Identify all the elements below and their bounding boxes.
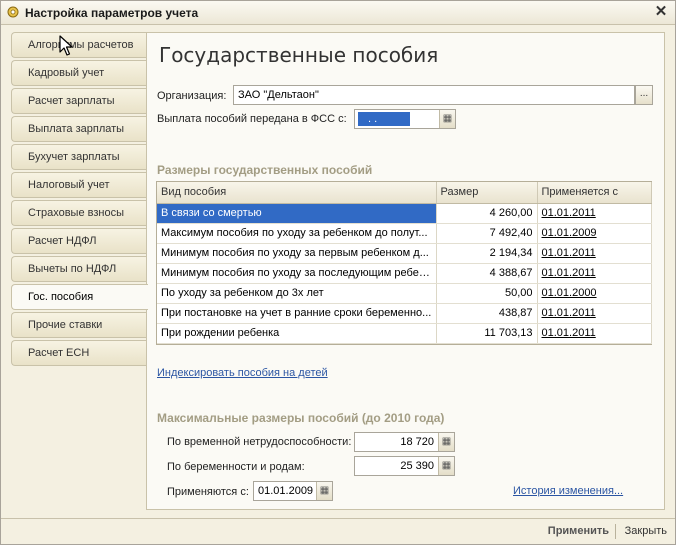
tab-accounting[interactable]: Бухучет зарплаты bbox=[11, 144, 147, 170]
column-header[interactable]: Размер bbox=[436, 182, 538, 204]
tab-payroll[interactable]: Расчет зарплаты bbox=[11, 88, 147, 114]
benefit-name[interactable]: В связи со смертью bbox=[157, 203, 437, 224]
tab-ndfl[interactable]: Расчет НДФЛ bbox=[11, 228, 147, 254]
maternity-value: 25 390 bbox=[400, 460, 434, 472]
tab-label: Выплата зарплаты bbox=[28, 123, 125, 135]
temp-disability-value: 18 720 bbox=[400, 436, 434, 448]
page-title: Государственные пособия bbox=[159, 43, 439, 67]
settings-tabs: Алгоритмы расчетов Кадровый учет Расчет … bbox=[11, 32, 148, 368]
tab-label: Бухучет зарплаты bbox=[28, 151, 120, 163]
close-button[interactable]: Закрыть bbox=[625, 525, 667, 537]
organization-field[interactable]: ЗАО "Дельтаон" bbox=[233, 85, 635, 105]
table-row[interactable]: При рождении ребенка 11 703,13 01.01.201… bbox=[157, 323, 652, 344]
benefit-name[interactable]: Минимум пособия по уходу за первым ребен… bbox=[157, 243, 437, 264]
tab-label: Вычеты по НДФЛ bbox=[28, 263, 117, 275]
benefit-date[interactable]: 01.01.2011 bbox=[537, 303, 652, 324]
benefit-date[interactable]: 01.01.2009 bbox=[537, 223, 652, 244]
benefit-date[interactable]: 01.01.2011 bbox=[537, 203, 652, 224]
tab-label: Страховые взносы bbox=[28, 207, 124, 219]
footer-bar: Применить Закрыть bbox=[1, 518, 675, 544]
max-sizes-title: Максимальные размеры пособий (до 2010 го… bbox=[157, 411, 445, 425]
benefit-amount[interactable]: 4 388,67 bbox=[436, 263, 538, 284]
calendar-icon[interactable]: ▦ bbox=[439, 110, 455, 128]
tab-insurance[interactable]: Страховые взносы bbox=[11, 200, 147, 226]
tab-personnel[interactable]: Кадровый учет bbox=[11, 60, 147, 86]
tab-esn[interactable]: Расчет ЕСН bbox=[11, 340, 147, 366]
benefit-amount[interactable]: 2 194,34 bbox=[436, 243, 538, 264]
tab-label: Гос. пособия bbox=[28, 291, 94, 303]
maternity-label: По беременности и родам: bbox=[167, 461, 305, 473]
tab-payment[interactable]: Выплата зарплаты bbox=[11, 116, 147, 142]
table-row[interactable]: Максимум пособия по уходу за ребенком до… bbox=[157, 223, 652, 244]
tab-tax[interactable]: Налоговый учет bbox=[11, 172, 147, 198]
table-row[interactable]: При постановке на учет в ранние сроки бе… bbox=[157, 303, 652, 324]
benefit-amount[interactable]: 11 703,13 bbox=[436, 323, 538, 344]
benefit-amount[interactable]: 4 260,00 bbox=[436, 203, 538, 224]
organization-label: Организация: bbox=[157, 90, 227, 102]
app-gear-icon bbox=[7, 6, 19, 18]
calendar-icon[interactable]: ▦ bbox=[316, 482, 332, 500]
applied-from-value: 01.01.2009 bbox=[258, 485, 314, 497]
apply-button[interactable]: Применить bbox=[548, 525, 609, 537]
temp-disability-field[interactable]: 18 720 ▦ bbox=[354, 432, 455, 452]
benefit-date[interactable]: 01.01.2011 bbox=[537, 243, 652, 264]
benefit-name[interactable]: Максимум пособия по уходу за ребенком до… bbox=[157, 223, 437, 244]
mouse-pointer-icon bbox=[59, 35, 73, 56]
table-header: Вид пособия Размер Применяется с bbox=[157, 182, 652, 204]
table-row[interactable]: Минимум пособия по уходу за последующим … bbox=[157, 263, 652, 284]
temp-disability-label: По временной нетрудоспособности: bbox=[167, 436, 352, 448]
title-bar: Настройка параметров учета ✕ bbox=[1, 1, 675, 25]
benefit-date[interactable]: 01.01.2011 bbox=[537, 263, 652, 284]
applied-from-label: Применяются с: bbox=[167, 486, 249, 498]
benefits-sizes-title: Размеры государственных пособий bbox=[157, 163, 373, 177]
benefits-panel: Государственные пособия Организация: ЗАО… bbox=[146, 32, 665, 510]
benefit-date[interactable]: 01.01.2011 bbox=[537, 323, 652, 344]
benefit-amount[interactable]: 7 492,40 bbox=[436, 223, 538, 244]
tab-label: Алгоритмы расчетов bbox=[28, 39, 134, 51]
column-header[interactable]: Вид пособия bbox=[157, 182, 437, 204]
benefit-date[interactable]: 01.01.2000 bbox=[537, 283, 652, 304]
benefit-name[interactable]: При рождении ребенка bbox=[157, 323, 437, 344]
fss-date-field[interactable]: . . ▦ bbox=[354, 109, 456, 129]
fss-date-value: . . bbox=[358, 112, 410, 126]
table-row[interactable]: В связи со смертью 4 260,00 01.01.2011 bbox=[157, 203, 652, 224]
calculator-icon[interactable]: ▦ bbox=[438, 433, 454, 451]
tab-label: Расчет ЕСН bbox=[28, 347, 90, 359]
tab-label: Расчет НДФЛ bbox=[28, 235, 97, 247]
tab-ndfl-deductions[interactable]: Вычеты по НДФЛ bbox=[11, 256, 147, 282]
tab-algorithms[interactable]: Алгоритмы расчетов bbox=[11, 32, 147, 58]
benefit-name[interactable]: По уходу за ребенком до 3х лет bbox=[157, 283, 437, 304]
benefit-name[interactable]: Минимум пособия по уходу за последующим … bbox=[157, 263, 437, 284]
tab-state-benefits[interactable]: Гос. пособия bbox=[11, 284, 148, 310]
applied-from-date-field[interactable]: 01.01.2009 ▦ bbox=[253, 481, 333, 501]
tab-other-rates[interactable]: Прочие ставки bbox=[11, 312, 147, 338]
footer-separator bbox=[615, 524, 616, 539]
window-close-button[interactable]: ✕ bbox=[653, 4, 669, 20]
index-benefits-link[interactable]: Индексировать пособия на детей bbox=[157, 367, 328, 379]
table-row[interactable]: Минимум пособия по уходу за первым ребен… bbox=[157, 243, 652, 264]
maternity-field[interactable]: 25 390 ▦ bbox=[354, 456, 455, 476]
tab-label: Прочие ставки bbox=[28, 319, 103, 331]
tab-label: Расчет зарплаты bbox=[28, 95, 115, 107]
benefit-name[interactable]: При постановке на учет в ранние сроки бе… bbox=[157, 303, 437, 324]
window-title: Настройка параметров учета bbox=[25, 6, 199, 20]
history-link[interactable]: История изменения... bbox=[513, 485, 623, 497]
tab-label: Налоговый учет bbox=[28, 179, 110, 191]
tab-label: Кадровый учет bbox=[28, 67, 105, 79]
table-row[interactable]: По уходу за ребенком до 3х лет 50,00 01.… bbox=[157, 283, 652, 304]
calculator-icon[interactable]: ▦ bbox=[438, 457, 454, 475]
organization-select-button[interactable]: ... bbox=[635, 85, 653, 105]
settings-window: Настройка параметров учета ✕ Алгоритмы р… bbox=[0, 0, 676, 545]
benefits-table: Вид пособия Размер Применяется с В связи… bbox=[156, 181, 652, 345]
benefit-amount[interactable]: 438,87 bbox=[436, 303, 538, 324]
fss-label: Выплата пособий передана в ФСС с: bbox=[157, 113, 347, 125]
benefit-amount[interactable]: 50,00 bbox=[436, 283, 538, 304]
column-header[interactable]: Применяется с bbox=[537, 182, 652, 204]
